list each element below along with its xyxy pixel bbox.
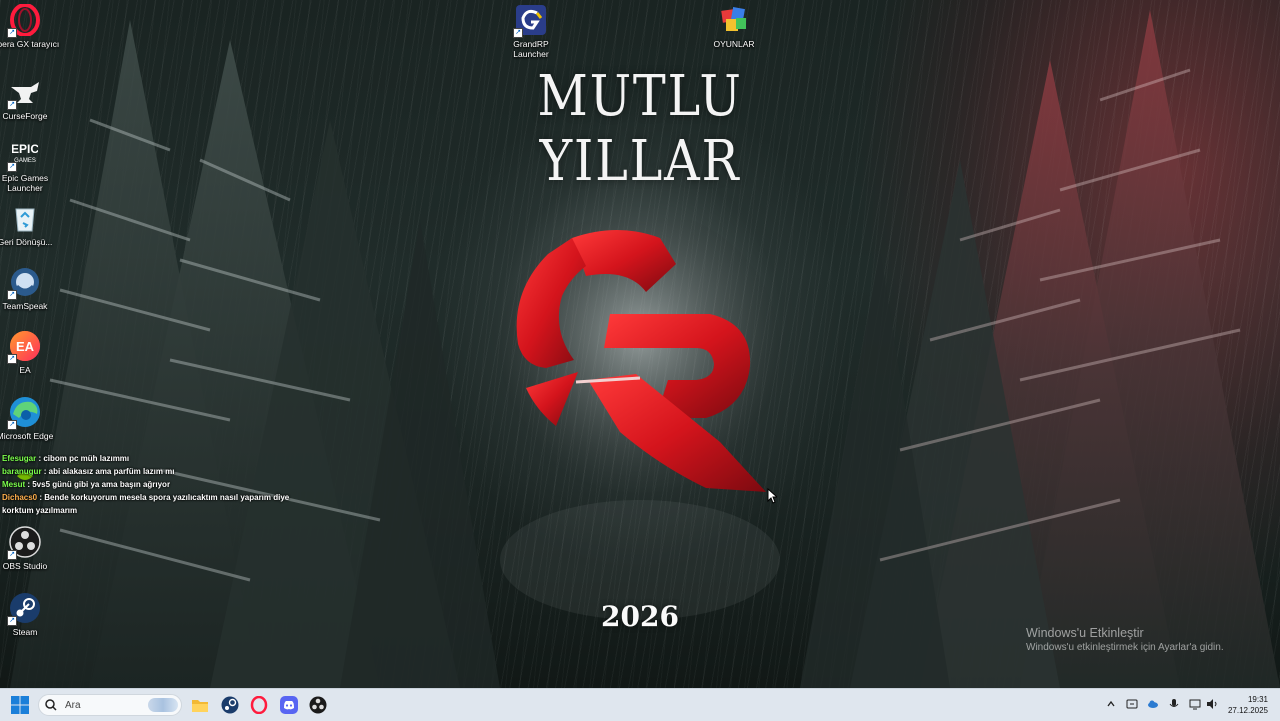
chat-username: Dichacs0 — [2, 493, 38, 502]
taskbar-file-explorer[interactable] — [188, 693, 212, 717]
desktop-icon-curseforge[interactable]: ↗ CurseForge — [0, 76, 60, 121]
tray-overflow-chevron-icon[interactable] — [1104, 697, 1118, 711]
clock-time: 19:31 — [1247, 695, 1268, 704]
obs-icon: ↗ — [7, 526, 41, 560]
grandrp-logo — [500, 220, 780, 492]
desktop-icon-label: Geri Dönüşü... — [0, 237, 53, 247]
taskbar-search[interactable]: Ara — [38, 694, 182, 716]
wallpaper-headline: MUTLU YILLAR — [537, 64, 743, 194]
taskbar-obs[interactable] — [306, 693, 330, 717]
desktop-icon-grandrp[interactable]: ↗ GrandRP Launcher — [496, 4, 566, 59]
start-button[interactable] — [8, 693, 32, 717]
opera-gx-icon: ↗ — [7, 4, 41, 38]
ea-icon: EA ↗ — [7, 330, 41, 364]
obs-icon — [309, 696, 327, 714]
svg-text:GAMES: GAMES — [14, 158, 36, 164]
desktop-icon-recycle-bin[interactable]: Geri Dönüşü... — [0, 202, 60, 247]
activation-subtitle: Windows'u etkinleştirmek için Ayarlar'a … — [1026, 642, 1224, 653]
desktop-icon-teamspeak[interactable]: ↗ TeamSpeak — [0, 266, 60, 311]
steam-icon — [221, 696, 239, 714]
chat-overlay: Efesugar : cibom pc müh lazımmı baranugu… — [2, 452, 292, 517]
chat-text: : 5vs5 günü gibi ya ama başın ağrıyor — [25, 480, 171, 489]
desktop-icon-label: CurseForge — [2, 111, 48, 121]
desktop-icon-label: TeamSpeak — [2, 301, 48, 311]
desktop-icon-ea[interactable]: EA ↗ EA — [0, 330, 60, 375]
desktop-icon-label: Opera GX tarayıcı — [0, 39, 60, 49]
search-highlight-icon — [148, 698, 178, 712]
desktop-icon-label: OBS Studio — [2, 561, 48, 571]
desktop-icon-steam[interactable]: ↗ Steam — [0, 592, 60, 637]
tray-cloud-icon[interactable] — [1146, 697, 1160, 711]
opera-gx-icon — [250, 696, 268, 714]
windows-logo-icon — [11, 696, 29, 714]
wallpaper-year: 2026 — [601, 600, 679, 633]
svg-text:EPIC: EPIC — [12, 142, 38, 156]
mouse-cursor — [767, 488, 777, 504]
steam-icon: ↗ — [7, 592, 41, 626]
desktop-icon-label: Microsoft Edge — [0, 431, 54, 441]
chat-message: baranugur : abi alakasız ama parfüm lazı… — [2, 465, 292, 478]
desktop-icon-label: Epic Games Launcher — [1, 173, 49, 193]
tray-sync-icon[interactable] — [1125, 697, 1139, 711]
desktop-icon-label: GrandRP Launcher — [513, 39, 549, 59]
desktop-icon-obs[interactable]: ↗ OBS Studio — [0, 526, 60, 571]
desktop-icon-label: Steam — [12, 627, 38, 637]
desktop[interactable]: ↗ Opera GX tarayıcı ↗ CurseForge EPIC GAM… — [0, 0, 1280, 688]
svg-text:EA: EA — [16, 339, 35, 354]
clock-date: 27.12.2025 — [1227, 706, 1268, 715]
taskbar-opera-gx[interactable] — [247, 693, 271, 717]
chat-message: Dichacs0 : Bende korkuyorum mesela spora… — [2, 491, 292, 517]
chat-text: : abi alakasız ama parfüm lazım mı — [41, 467, 175, 476]
search-icon — [45, 699, 57, 711]
discord-icon — [280, 696, 298, 714]
desktop-icon-oyunlar[interactable]: OYUNLAR — [699, 4, 769, 49]
edge-icon: ↗ — [7, 396, 41, 430]
chat-message: Efesugar : cibom pc müh lazımmı — [2, 452, 292, 465]
curseforge-icon: ↗ — [7, 76, 41, 110]
taskbar-steam[interactable] — [218, 693, 242, 717]
tray-volume-icon[interactable] — [1205, 697, 1219, 711]
teamspeak-icon: ↗ — [7, 266, 41, 300]
desktop-icon-opera-gx[interactable]: ↗ Opera GX tarayıcı — [0, 4, 60, 49]
desktop-icon-label: OYUNLAR — [713, 39, 755, 49]
chat-text: : cibom pc müh lazımmı — [36, 454, 130, 463]
taskbar-discord[interactable] — [277, 693, 301, 717]
recycle-bin-icon — [9, 202, 41, 234]
file-explorer-icon — [192, 700, 208, 712]
desktop-icon-label: EA — [19, 365, 31, 375]
search-placeholder: Ara — [65, 699, 81, 711]
chat-message: Mesut : 5vs5 günü gibi ya ama başın ağrı… — [2, 478, 292, 491]
tray-display-icon[interactable] — [1188, 697, 1202, 711]
tray-microphone-icon[interactable] — [1167, 697, 1181, 711]
taskbar: Ara 19:31 27.12.2025 — [0, 688, 1280, 721]
chat-username: Mesut — [2, 480, 26, 489]
chat-username: Efesugar — [2, 454, 37, 463]
epic-games-icon: EPIC GAMES ↗ — [7, 138, 41, 172]
taskbar-clock[interactable]: 19:31 27.12.2025 — [1228, 694, 1268, 716]
activation-title: Windows'u Etkinleştir — [1026, 626, 1144, 640]
activation-watermark: Windows'u Etkinleştir Windows'u etkinleş… — [1026, 626, 1224, 653]
desktop-icon-epic-games[interactable]: EPIC GAMES ↗ Epic Games Launcher — [0, 138, 60, 193]
folder-games-icon — [718, 4, 750, 36]
grandrp-icon: ↗ — [513, 4, 547, 38]
chat-text: : Bende korkuyorum mesela spora yazılıca… — [2, 493, 290, 515]
chat-username: baranugur — [2, 467, 42, 476]
desktop-icon-edge[interactable]: ↗ Microsoft Edge — [0, 396, 60, 441]
